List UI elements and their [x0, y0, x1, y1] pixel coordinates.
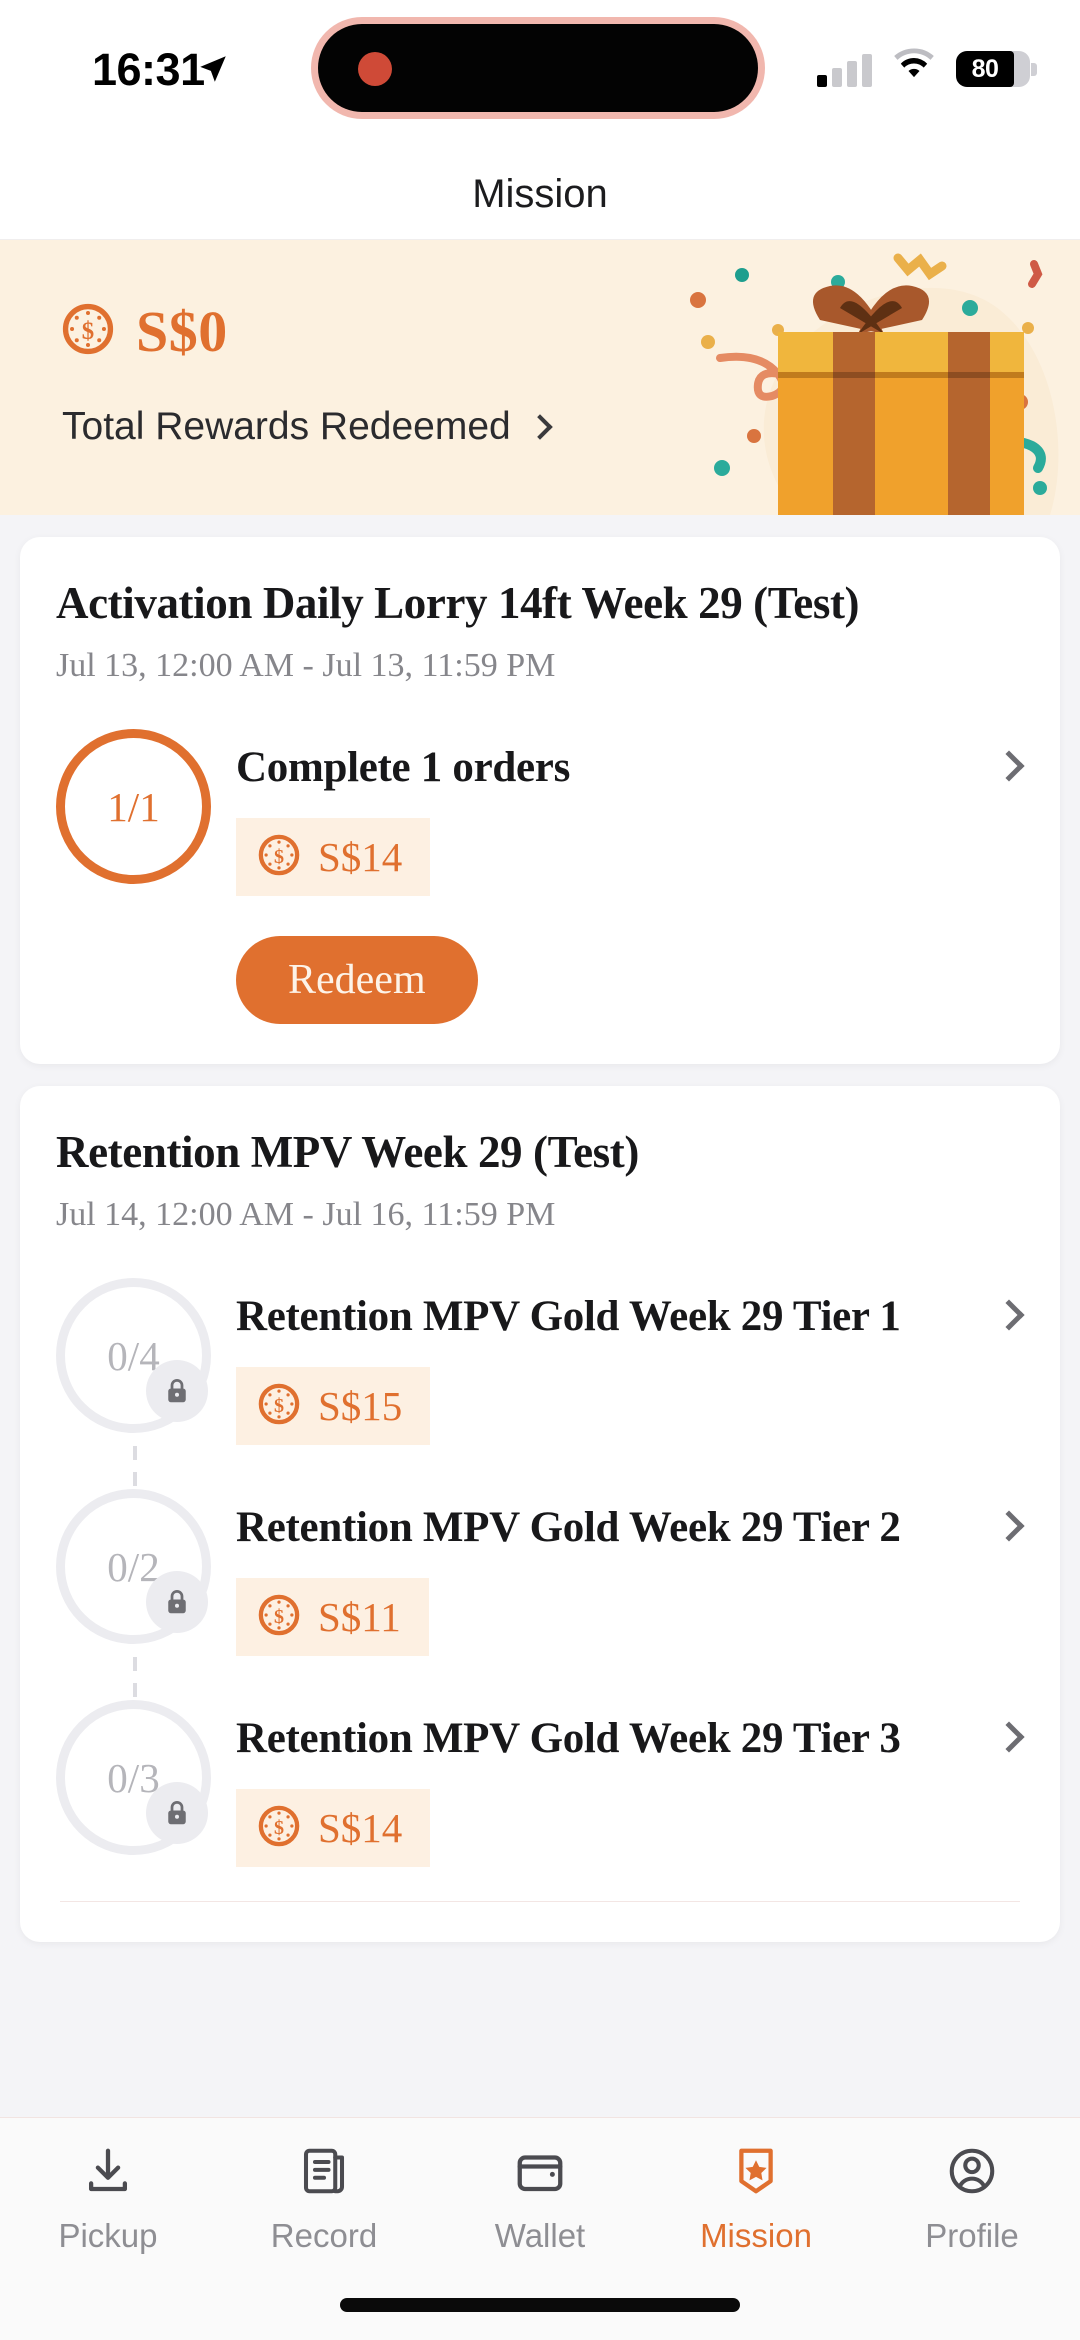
- coin-dollar-icon: $: [258, 834, 300, 881]
- wifi-icon: [892, 48, 936, 87]
- reward-chip: $ S$14: [236, 818, 431, 896]
- task-name: Complete 1 orders: [236, 744, 571, 791]
- mission-task-row[interactable]: 1/1 Complete 1 orders $ S$14: [56, 729, 1025, 896]
- reward-chip: $ S$15: [236, 1367, 431, 1445]
- battery-icon: 80: [956, 51, 1037, 87]
- svg-text:$: $: [274, 1606, 284, 1628]
- mission-date-range: Jul 14, 12:00 AM - Jul 16, 11:59 PM: [56, 1196, 556, 1233]
- task-name: Retention MPV Gold Week 29 Tier 1: [236, 1293, 901, 1340]
- recording-dot-icon: [358, 52, 392, 86]
- tab-record[interactable]: Record: [216, 2118, 432, 2278]
- redeem-button[interactable]: Redeem: [236, 936, 478, 1024]
- rewards-summary: $ S$0 Total Rewards Redeemed: [62, 298, 553, 449]
- svg-text:$: $: [274, 1817, 284, 1839]
- progress-column: 0/4: [56, 1278, 236, 1566]
- lock-icon: [146, 1782, 208, 1844]
- mission-title: Activation Daily Lorry 14ft Week 29 (Tes…: [56, 578, 860, 628]
- coin-dollar-icon: $: [258, 1805, 300, 1852]
- tab-wallet[interactable]: Wallet: [432, 2118, 648, 2278]
- mission-card[interactable]: Retention MPV Week 29 (Test) Jul 14, 12:…: [20, 1086, 1060, 1942]
- coin-dollar-icon: $: [62, 303, 114, 360]
- tab-label: Pickup: [58, 2217, 158, 2254]
- progress-ring: 0/2: [56, 1489, 211, 1644]
- task-details: Complete 1 orders $ S$14: [236, 729, 1024, 896]
- svg-text:$: $: [274, 846, 284, 868]
- progress-column: 0/3: [56, 1700, 236, 1855]
- mission-task-row[interactable]: 0/3 Retention MPV Gold Week 29 Tier 3 $ …: [56, 1700, 1025, 1867]
- battery-level: 80: [971, 54, 999, 83]
- document-list-icon: [297, 2144, 351, 2203]
- task-details: Retention MPV Gold Week 29 Tier 2 $ S$11: [236, 1489, 1024, 1656]
- cellular-signal-icon: [817, 53, 872, 87]
- total-rewards-label: Total Rewards Redeemed: [62, 405, 511, 448]
- reward-amount: S$14: [318, 1805, 403, 1851]
- chevron-right-icon: [527, 414, 553, 440]
- tab-pickup[interactable]: Pickup: [0, 2118, 216, 2278]
- reward-amount: S$14: [318, 834, 403, 880]
- task-name: Retention MPV Gold Week 29 Tier 2: [236, 1504, 901, 1551]
- wallet-icon: [513, 2144, 567, 2203]
- mission-task-row[interactable]: 0/2 Retention MPV Gold Week 29 Tier 2 $ …: [56, 1489, 1025, 1777]
- mission-screen: 16:31 80 Mission $ S$0 Total Rewards Red…: [0, 0, 1080, 2340]
- status-bar-time: 16:31: [92, 44, 205, 95]
- lock-icon: [146, 1360, 208, 1422]
- gift-box-illustration: [650, 240, 1080, 515]
- progress-column: 1/1: [56, 729, 236, 884]
- coin-dollar-icon: $: [258, 1383, 300, 1430]
- progress-ring: 0/4: [56, 1278, 211, 1433]
- mission-task-row[interactable]: 0/4 Retention MPV Gold Week 29 Tier 1 $ …: [56, 1278, 1025, 1566]
- redeem-row: Redeem: [56, 936, 1024, 1024]
- badge-star-icon: [729, 2144, 783, 2203]
- progress-text: 1/1: [107, 783, 160, 830]
- tab-label: Profile: [925, 2217, 1019, 2254]
- reward-chip: $ S$14: [236, 1789, 431, 1867]
- tab-label: Wallet: [494, 2217, 586, 2254]
- nav-bar: Mission: [0, 150, 1080, 240]
- reward-amount: S$15: [318, 1383, 403, 1429]
- mission-title: Retention MPV Week 29 (Test): [56, 1127, 639, 1177]
- progress-ring: 0/3: [56, 1700, 211, 1855]
- progress-ring: 1/1: [56, 729, 211, 884]
- svg-text:$: $: [274, 1395, 284, 1417]
- bottom-tab-bar: Pickup Record Wallet Mission Profile: [0, 2117, 1080, 2340]
- dynamic-island: [318, 24, 758, 112]
- page-title: Mission: [472, 172, 608, 216]
- download-tray-icon: [81, 2144, 135, 2203]
- mission-card[interactable]: Activation Daily Lorry 14ft Week 29 (Tes…: [20, 537, 1060, 1064]
- coin-dollar-icon: $: [258, 1594, 300, 1641]
- reward-amount: S$11: [318, 1594, 401, 1640]
- tab-label: Mission: [700, 2217, 812, 2254]
- task-name: Retention MPV Gold Week 29 Tier 3: [236, 1715, 901, 1762]
- tab-label: Record: [270, 2217, 378, 2254]
- task-details: Retention MPV Gold Week 29 Tier 3 $ S$14: [236, 1700, 1024, 1867]
- total-rewards-link[interactable]: Total Rewards Redeemed: [62, 405, 553, 449]
- tab-profile[interactable]: Profile: [864, 2118, 1080, 2278]
- tab-mission[interactable]: Mission: [648, 2118, 864, 2278]
- rewards-banner[interactable]: $ S$0 Total Rewards Redeemed: [0, 240, 1080, 515]
- card-divider: [60, 1901, 1020, 1902]
- status-bar: 16:31 80: [0, 0, 1080, 150]
- location-arrow-icon: [196, 52, 230, 91]
- person-circle-icon: [945, 2144, 999, 2203]
- svg-text:$: $: [82, 318, 94, 345]
- home-indicator: [340, 2298, 740, 2312]
- reward-chip: $ S$11: [236, 1578, 429, 1656]
- progress-column: 0/2: [56, 1489, 236, 1777]
- rewards-amount: S$0: [136, 299, 228, 364]
- task-details: Retention MPV Gold Week 29 Tier 1 $ S$15: [236, 1278, 1024, 1445]
- mission-date-range: Jul 13, 12:00 AM - Jul 13, 11:59 PM: [56, 647, 556, 684]
- lock-icon: [146, 1571, 208, 1633]
- mission-list[interactable]: Activation Daily Lorry 14ft Week 29 (Tes…: [0, 515, 1080, 2117]
- status-bar-indicators: 80: [817, 48, 1037, 87]
